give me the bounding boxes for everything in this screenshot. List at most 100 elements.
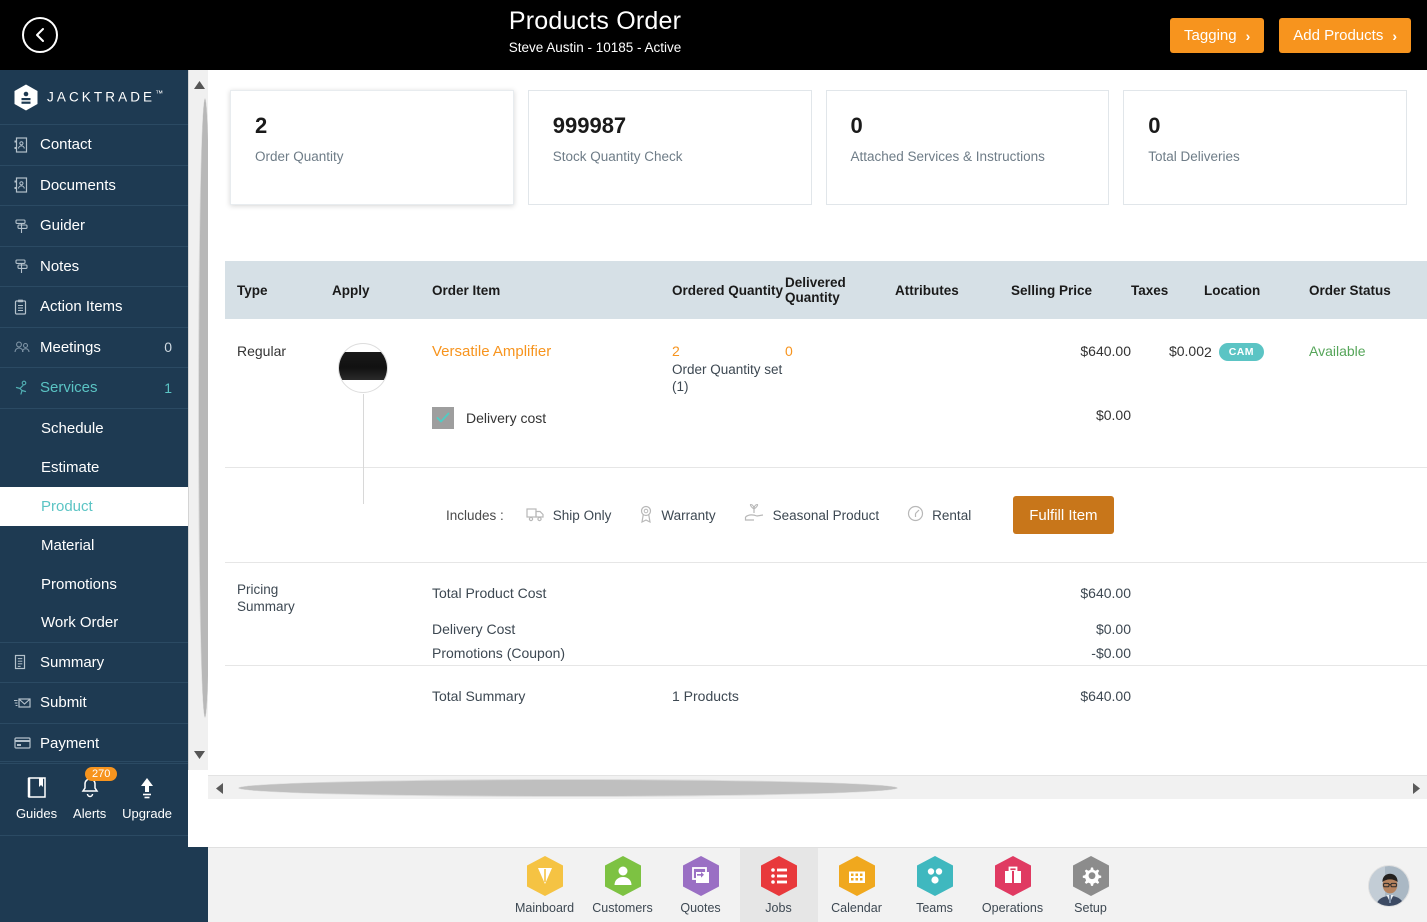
- column-header-attributes[interactable]: Attributes: [895, 261, 1011, 319]
- scroll-right-arrow-icon[interactable]: [1405, 776, 1427, 800]
- column-header-order-item[interactable]: Order Item: [432, 261, 672, 319]
- pricing-line-label: Promotions (Coupon): [432, 645, 566, 661]
- total-summary-row: Total Summary 1 Products $640.00: [225, 665, 1427, 724]
- user-avatar[interactable]: [1368, 865, 1410, 907]
- horizontal-scrollbar[interactable]: [208, 775, 1427, 799]
- includes-option-warranty[interactable]: Warranty: [639, 505, 716, 526]
- sidebar-item-summary[interactable]: Summary: [0, 643, 188, 683]
- ordered-quantity-value: 2: [672, 343, 680, 359]
- includes-option-seasonal-product[interactable]: Seasonal Product: [744, 503, 880, 526]
- sidebar-utility-row: Guides 270 Alerts Upgrade: [0, 761, 188, 836]
- location-group: 2 CAM: [1204, 343, 1264, 361]
- cell-spacer: [785, 395, 895, 429]
- sidebar-nav: Contact Documents Guider Notes Action It…: [0, 125, 188, 770]
- cell-spacer: [332, 562, 432, 666]
- upgrade-button[interactable]: Upgrade: [122, 776, 172, 821]
- delivery-cost-label: Delivery cost: [466, 410, 547, 426]
- summary-icon: [14, 654, 40, 670]
- column-header-ordered-quantity[interactable]: Ordered Quantity: [672, 261, 785, 319]
- includes-option-label: Seasonal Product: [772, 507, 880, 523]
- sidebar-item-services[interactable]: Services 1: [0, 368, 188, 409]
- add-products-button[interactable]: Add Products ›: [1279, 18, 1411, 53]
- column-header-type[interactable]: Type: [225, 261, 332, 319]
- clipboard-icon: [14, 299, 40, 315]
- guides-label: Guides: [15, 806, 58, 821]
- add-products-label: Add Products: [1293, 27, 1384, 44]
- cell-spacer: [332, 395, 432, 429]
- cell-includes: Includes : Ship Only Warranty Seasonal P…: [225, 429, 1427, 563]
- cell-spacer: [225, 665, 332, 724]
- horizontal-scrollbar-thumb[interactable]: [238, 779, 898, 797]
- jacktrade-hex-icon: [14, 84, 38, 111]
- sidebar-subitem-product[interactable]: Product: [0, 486, 188, 526]
- column-header-order-status[interactable]: Order Status: [1309, 261, 1427, 319]
- location-pill[interactable]: CAM: [1218, 343, 1264, 361]
- sidebar-subitem-promotions[interactable]: Promotions: [0, 565, 188, 604]
- sidebar-subitem-material[interactable]: Material: [0, 526, 188, 565]
- cell-location: 2 CAM: [1204, 319, 1309, 395]
- fulfill-item-button[interactable]: Fulfill Item: [1013, 496, 1114, 534]
- tagging-button[interactable]: Tagging ›: [1170, 18, 1265, 53]
- sidebar-item-notes[interactable]: Notes: [0, 247, 188, 287]
- bottom-nav-label: Quotes: [680, 901, 721, 915]
- sidebar-subitem-schedule[interactable]: Schedule: [0, 409, 188, 448]
- column-header-selling-price[interactable]: Selling Price: [1011, 261, 1131, 319]
- guides-button[interactable]: Guides: [16, 776, 57, 821]
- sidebar-item-documents[interactable]: Documents: [0, 166, 188, 206]
- scroll-left-arrow-icon[interactable]: [208, 776, 230, 800]
- column-header-taxes[interactable]: Taxes: [1131, 261, 1204, 319]
- delivered-quantity-value: 0: [785, 343, 793, 359]
- delivery-cost-checkbox[interactable]: [432, 407, 454, 429]
- sidebar-item-contact[interactable]: Contact: [0, 125, 188, 166]
- alerts-button[interactable]: 270 Alerts: [73, 767, 118, 821]
- product-thumbnail[interactable]: [338, 343, 388, 393]
- bottom-nav-calendar[interactable]: Calendar: [818, 848, 896, 922]
- sidebar-item-action-items[interactable]: Action Items: [0, 287, 188, 328]
- bottom-nav-setup[interactable]: Setup: [1052, 848, 1130, 922]
- sidebar-subitem-label: Schedule: [41, 419, 104, 437]
- cell-delivery-amount: $0.00: [1095, 407, 1131, 423]
- sidebar-subitem-work-order[interactable]: Work Order: [0, 604, 188, 643]
- sidebar-subitem-estimate[interactable]: Estimate: [0, 448, 188, 487]
- sidebar-subitem-label: Promotions: [41, 575, 117, 593]
- sidebar-item-meetings[interactable]: Meetings 0: [0, 328, 188, 368]
- includes-option-rental[interactable]: Rental: [907, 505, 971, 525]
- sidebar-item-guider[interactable]: Guider: [0, 206, 188, 247]
- cell-spacer: [672, 395, 785, 429]
- column-header-delivered-quantity[interactable]: Delivered Quantity: [785, 261, 895, 319]
- pricing-spacer: [785, 605, 1131, 617]
- sidebar-item-payment[interactable]: Payment: [0, 724, 188, 764]
- column-header-apply[interactable]: Apply: [332, 261, 432, 319]
- cell-spacer: [895, 395, 1011, 429]
- bottom-nav-quotes[interactable]: Quotes: [662, 848, 740, 922]
- pricing-spacer: [432, 605, 785, 617]
- page-title: Products Order: [508, 7, 682, 35]
- cell-spacer: [1204, 395, 1309, 429]
- sidebar-item-submit[interactable]: Submit: [0, 683, 188, 724]
- payment-card-icon: [14, 736, 40, 750]
- sidebar-item-count: 1: [164, 379, 172, 396]
- column-header-location[interactable]: Location: [1204, 261, 1309, 319]
- badge-ribbon-icon: [639, 505, 653, 526]
- row-connector-line: [363, 394, 364, 504]
- bottom-nav-customers[interactable]: Customers: [584, 848, 662, 922]
- scroll-down-arrow-icon[interactable]: [189, 744, 209, 766]
- sidebar-subitem-label: Material: [41, 536, 95, 554]
- pricing-summary-title: Pricing Summary: [225, 581, 332, 615]
- order-item-link[interactable]: Versatile Amplifier: [432, 343, 551, 360]
- includes-option-ship-only[interactable]: Ship Only: [526, 505, 611, 525]
- bottom-nav-jobs[interactable]: Jobs: [739, 847, 818, 922]
- table-body: Regular Versatile Amplifier 2 Order Quan…: [225, 319, 1427, 724]
- cell-type: Regular: [237, 343, 287, 359]
- brand-logo[interactable]: JACKTRADE™: [0, 70, 188, 125]
- submit-icon: [14, 696, 40, 710]
- bottom-nav-operations[interactable]: Operations: [974, 848, 1052, 922]
- bottom-nav-teams[interactable]: Teams: [896, 848, 974, 922]
- cell-pricing-summary-labels: Total Product Cost Delivery Cost Promoti…: [432, 562, 785, 666]
- stat-cards: 2 Order Quantity 999987 Stock Quantity C…: [208, 70, 1427, 205]
- product-image: [339, 352, 387, 380]
- scroll-up-arrow-icon[interactable]: [189, 74, 209, 96]
- sidebar-scrollbar[interactable]: [188, 70, 212, 770]
- order-items-table: Type Apply Order Item Ordered Quantity D…: [225, 261, 1427, 724]
- bottom-nav-mainboard[interactable]: Mainboard: [506, 848, 584, 922]
